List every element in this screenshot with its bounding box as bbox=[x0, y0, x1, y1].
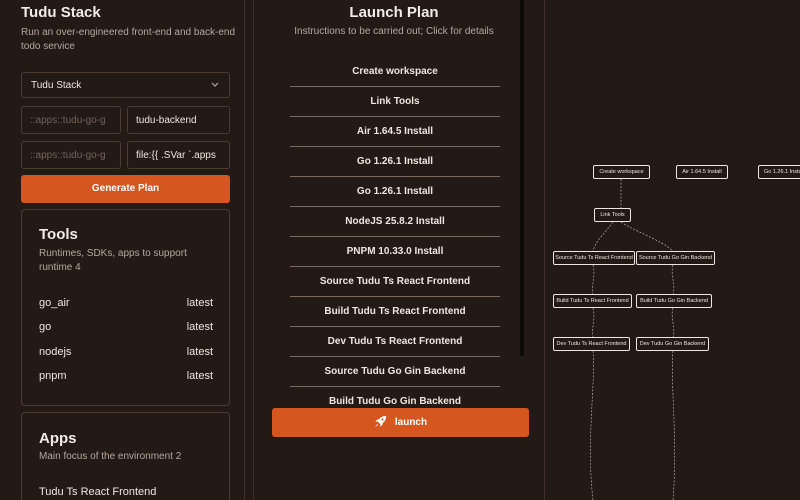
graph-edge bbox=[671, 307, 675, 338]
plan-step[interactable]: Link Tools bbox=[290, 87, 500, 117]
plan-step[interactable]: Dev Tudu Ts React Frontend bbox=[290, 327, 500, 357]
graph-node[interactable]: Create workspace bbox=[593, 165, 650, 179]
plan-scrollbar[interactable] bbox=[520, 0, 524, 356]
rocket-icon bbox=[374, 415, 387, 428]
tools-description: Runtimes, SDKs, apps to support runtime … bbox=[39, 248, 187, 273]
plan-description: Instructions to be carried out; Click fo… bbox=[294, 26, 494, 37]
graph-edge bbox=[592, 221, 614, 252]
tool-row: go_air latest bbox=[39, 297, 213, 311]
graph-node[interactable]: Go 1.26.1 Install bbox=[758, 165, 800, 179]
plan-step[interactable]: Source Tudu Ts React Frontend bbox=[290, 267, 500, 297]
app-root: Tudu Stack Run an over-engineered front-… bbox=[0, 0, 800, 500]
stack-select-value: Tudu Stack bbox=[31, 80, 82, 91]
var-key-input[interactable]: ::apps::tudu-go-g bbox=[21, 106, 121, 134]
graph-node[interactable]: Build Tudu Ts React Frontend bbox=[553, 294, 632, 308]
app-item[interactable]: Tudu Ts React Frontend bbox=[39, 486, 213, 500]
stack-select[interactable]: Tudu Stack bbox=[21, 72, 230, 98]
graph-node[interactable]: Source Tudu Ts React Frontend bbox=[553, 251, 635, 265]
graph-edge bbox=[592, 264, 595, 295]
tool-row: go latest bbox=[39, 321, 213, 335]
apps-title: Apps bbox=[39, 430, 77, 447]
plan-title: Launch Plan bbox=[349, 4, 439, 21]
graph-edge bbox=[671, 264, 675, 295]
plan-step[interactable]: Source Tudu Go Gin Backend bbox=[290, 357, 500, 387]
tool-version: latest bbox=[186, 370, 213, 382]
graph-node[interactable]: Air 1.64.5 Install bbox=[676, 165, 728, 179]
stack-title: Tudu Stack bbox=[21, 4, 101, 21]
graph-edges bbox=[590, 179, 675, 500]
var-value-input[interactable]: tudu-backend bbox=[127, 106, 230, 134]
plan-step[interactable]: Go 1.26.1 Install bbox=[290, 177, 500, 207]
tool-name: nodejs bbox=[39, 346, 72, 358]
tool-name: go bbox=[39, 321, 52, 333]
chevron-down-icon bbox=[211, 82, 219, 87]
graph-node[interactable]: Build Tudu Go Gin Backend bbox=[636, 294, 712, 308]
app-name: Tudu Ts React Frontend bbox=[39, 486, 157, 498]
graph-node[interactable]: Link Tools bbox=[594, 208, 631, 222]
plan-step[interactable]: PNPM 10.33.0 Install bbox=[290, 237, 500, 267]
stack-panel: Tudu Stack Run an over-engineered front-… bbox=[0, 0, 245, 500]
plan-step[interactable]: Create workspace bbox=[290, 57, 500, 87]
apps-description: Main focus of the environment 2 bbox=[39, 451, 182, 462]
plan-graph[interactable]: Create workspace Air 1.64.5 Install Go 1… bbox=[546, 0, 800, 500]
tool-name: pnpm bbox=[39, 370, 67, 382]
graph-node[interactable]: Dev Tudu Go Gin Backend bbox=[636, 337, 709, 351]
tool-version: latest bbox=[186, 297, 213, 309]
stack-description: Run an over-engineered front-end and bac… bbox=[21, 27, 236, 52]
tool-version: latest bbox=[186, 321, 213, 333]
plan-step[interactable]: Go 1.26.1 Install bbox=[290, 147, 500, 177]
plan-step[interactable]: Air 1.64.5 Install bbox=[290, 117, 500, 147]
tool-row: pnpm latest bbox=[39, 370, 213, 384]
generate-plan-button[interactable]: Generate Plan bbox=[21, 175, 230, 203]
plan-step[interactable]: NodeJS 25.8.2 Install bbox=[290, 207, 500, 237]
launch-label: launch bbox=[394, 417, 428, 428]
tool-name: go_air bbox=[39, 297, 70, 309]
graph-edge bbox=[672, 350, 675, 500]
graph-node[interactable]: Source Tudu Go Gin Backend bbox=[636, 251, 715, 265]
graph-edge bbox=[620, 221, 674, 252]
graph-edge bbox=[590, 350, 594, 500]
tools-card: Tools Runtimes, SDKs, apps to support ru… bbox=[21, 209, 230, 406]
tool-row: nodejs latest bbox=[39, 346, 213, 360]
launch-plan-panel: Launch Plan Instructions to be carried o… bbox=[253, 0, 545, 500]
tools-title: Tools bbox=[39, 226, 78, 243]
apps-card: Apps Main focus of the environment 2 Tud… bbox=[21, 412, 230, 500]
graph-node[interactable]: Dev Tudu Ts React Frontend bbox=[553, 337, 630, 351]
tool-version: latest bbox=[186, 346, 213, 358]
graph-edge bbox=[592, 307, 595, 338]
plan-step[interactable]: Build Tudu Ts React Frontend bbox=[290, 297, 500, 327]
var-value-input[interactable]: file:{{ .SVar `.apps bbox=[127, 141, 230, 169]
var-key-input[interactable]: ::apps::tudu-go-g bbox=[21, 141, 121, 169]
launch-button[interactable]: launch bbox=[272, 408, 529, 437]
